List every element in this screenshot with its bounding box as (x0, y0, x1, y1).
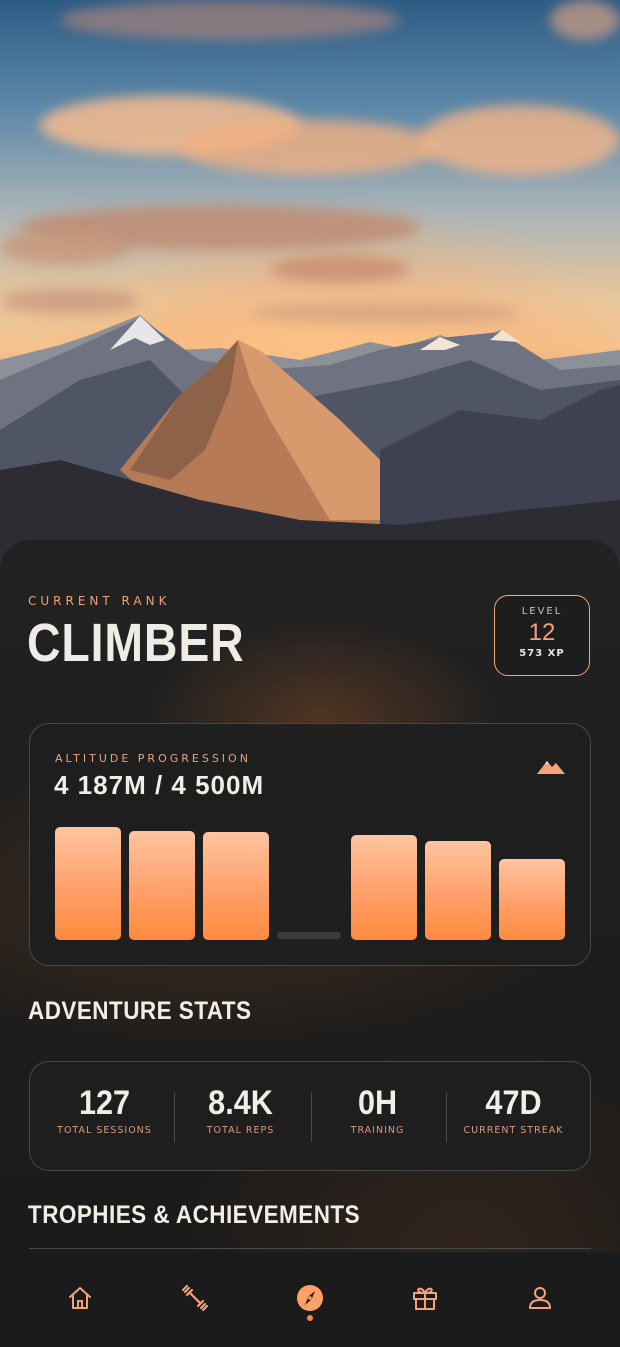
altitude-bar (499, 859, 565, 940)
stat-value: 8.4K (208, 1084, 273, 1122)
altitude-bar (277, 932, 341, 939)
altitude-bar (129, 831, 195, 940)
altitude-bar (55, 827, 121, 940)
altitude-bars (55, 724, 567, 964)
altitude-bar (425, 841, 491, 940)
compass-icon (297, 1285, 323, 1311)
stat-total-reps: 8.4K TOTAL REPS (173, 1062, 308, 1168)
stat-label: TOTAL REPS (206, 1125, 275, 1136)
altitude-bar (351, 835, 417, 940)
altitude-card[interactable]: ALTITUDE PROGRESSION 4 187M / 4 500M (29, 723, 591, 966)
stat-label: TOTAL SESSIONS (57, 1125, 152, 1136)
divider (29, 1248, 591, 1249)
nav-explore[interactable] (294, 1282, 326, 1314)
nav-training[interactable] (179, 1282, 211, 1314)
home-icon (69, 1287, 91, 1309)
stat-label: TRAINING (350, 1125, 405, 1136)
hero-image (0, 0, 620, 600)
level-badge[interactable]: LEVEL 12 573 XP (494, 595, 590, 676)
stat-total-sessions: 127 TOTAL SESSIONS (37, 1062, 172, 1168)
mountain-range (0, 315, 620, 600)
bottom-nav (0, 1252, 620, 1347)
altitude-bar (203, 832, 269, 940)
stat-value: 47D (485, 1084, 542, 1122)
rank-label: CURRENT RANK (28, 594, 171, 608)
nav-home[interactable] (64, 1282, 96, 1314)
stats-card: 127 TOTAL SESSIONS 8.4K TOTAL REPS 0H TR… (29, 1061, 591, 1171)
nav-rewards[interactable] (409, 1282, 441, 1314)
stats-title: ADVENTURE STATS (28, 997, 252, 1025)
stat-value: 0H (357, 1084, 398, 1122)
rank-title: CLIMBER (27, 613, 245, 673)
level-value: 12 (528, 619, 556, 646)
stat-current-streak: 47D CURRENT STREAK (446, 1062, 581, 1168)
trophies-title: TROPHIES & ACHIEVEMENTS (28, 1201, 361, 1229)
stat-value: 127 (78, 1084, 131, 1122)
stat-label: CURRENT STREAK (463, 1125, 564, 1136)
level-label: LEVEL (521, 606, 563, 617)
dumbbell-icon (181, 1284, 209, 1312)
profile-icon (529, 1287, 551, 1309)
level-xp: 573 XP (519, 648, 565, 659)
active-indicator (307, 1315, 313, 1321)
stat-training: 0H TRAINING (310, 1062, 445, 1168)
nav-profile[interactable] (524, 1282, 556, 1314)
gift-icon (413, 1287, 437, 1310)
